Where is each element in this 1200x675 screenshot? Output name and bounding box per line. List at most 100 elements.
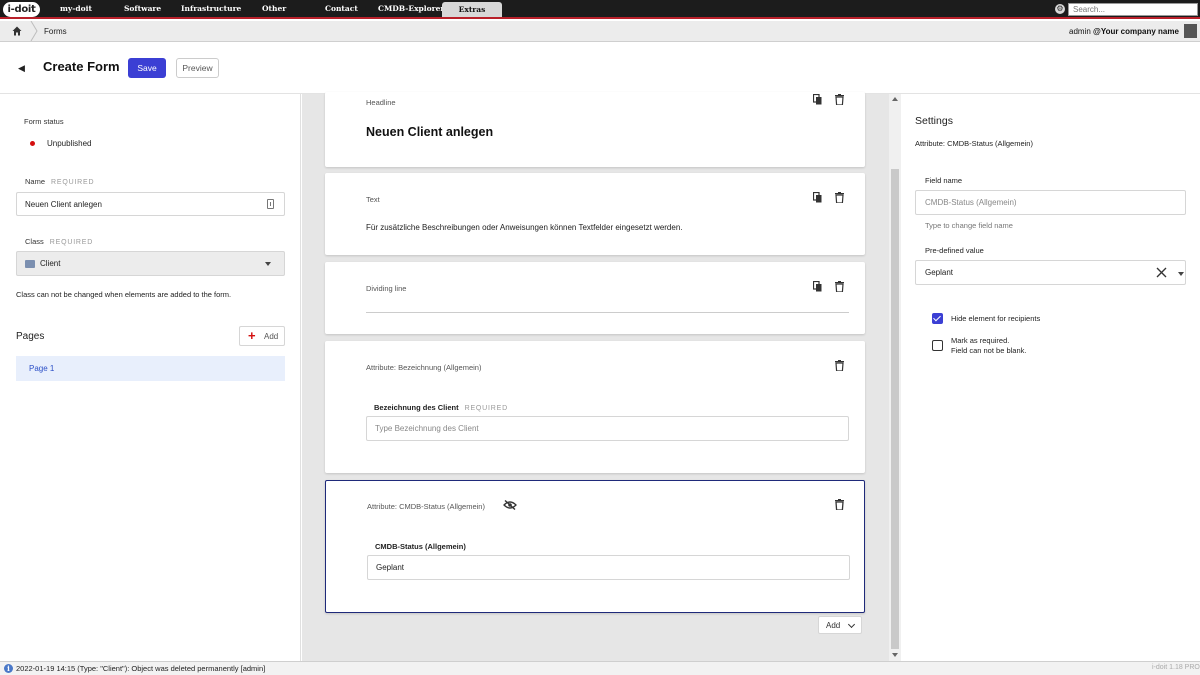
- nav-software[interactable]: Software: [124, 0, 161, 17]
- field-name-label: Field name: [925, 176, 963, 185]
- class-label-text: Class: [25, 237, 44, 246]
- name-required-tag: REQUIRED: [51, 179, 95, 186]
- mark-required-hint: Field can not be blank.: [951, 346, 1027, 355]
- attribute-bezeichnung-label: Attribute: Bezeichnung (Allgemein): [366, 363, 482, 372]
- class-select-value: Client: [40, 259, 61, 268]
- back-icon[interactable]: ◀: [18, 63, 25, 74]
- breadcrumb-forms[interactable]: Forms: [44, 27, 67, 36]
- status-bar: i 2022-01-19 14:15 (Type: "Client"): Obj…: [0, 661, 1200, 675]
- mark-required-label: Mark as required.: [951, 336, 1010, 345]
- dividing-line-card[interactable]: Dividing line: [325, 262, 865, 334]
- chevron-down-icon: [265, 262, 271, 266]
- predefined-value-select[interactable]: Geplant: [915, 260, 1186, 285]
- dividing-line: [366, 312, 849, 313]
- user-info[interactable]: admin @Your company name: [1069, 27, 1179, 36]
- attribute-cmdb-status-label: Attribute: CMDB-Status (Allgemein): [367, 502, 485, 511]
- settings-title: Settings: [915, 115, 953, 127]
- field-name-input[interactable]: CMDB-Status (Allgemein): [915, 190, 1186, 215]
- name-input-value: Neuen Client anlegen: [25, 199, 102, 209]
- scroll-down-icon[interactable]: [892, 653, 898, 657]
- field-name-hint: Type to change field name: [925, 221, 1013, 230]
- eye-off-icon[interactable]: [503, 500, 517, 510]
- headline-card[interactable]: Headline Neuen Client anlegen: [325, 92, 865, 167]
- text-body: Für zusätzliche Beschreibungen oder Anwe…: [366, 223, 683, 232]
- company-name: @Your company name: [1093, 27, 1179, 36]
- nav-extras[interactable]: Extras: [442, 2, 502, 17]
- form-properties-panel: Form status Unpublished Name REQUIRED Neu…: [0, 94, 301, 661]
- scroll-up-icon[interactable]: [892, 97, 898, 101]
- form-status-label: Form status: [24, 117, 64, 126]
- trash-icon[interactable]: [835, 360, 844, 371]
- class-label: Class REQUIRED: [25, 237, 93, 246]
- name-label-text: Name: [25, 177, 46, 186]
- info-icon: i: [4, 664, 13, 673]
- bezeichnung-input[interactable]: Type Bezeichnung des Client: [366, 416, 849, 441]
- attribute-bezeichnung-card[interactable]: Attribute: Bezeichnung (Allgemein) Bezei…: [325, 341, 865, 473]
- hide-element-checkbox[interactable]: [932, 313, 943, 324]
- search-input[interactable]: [1068, 3, 1198, 16]
- predefined-value: Geplant: [925, 268, 954, 277]
- cmdb-status-input[interactable]: Geplant: [367, 555, 850, 580]
- close-icon[interactable]: [1156, 267, 1167, 278]
- scrollbar-thumb[interactable]: [891, 169, 899, 649]
- predefined-value-label: Pre-defined value: [925, 246, 984, 255]
- copy-icon[interactable]: [813, 94, 822, 105]
- copy-icon[interactable]: [813, 192, 822, 203]
- bezeichnung-placeholder: Type Bezeichnung des Client: [375, 424, 479, 433]
- form-canvas: Headline Neuen Client anlegen Text Für z…: [302, 92, 889, 661]
- bezeichnung-required-tag: REQUIRED: [464, 405, 508, 412]
- chevron-down-icon[interactable]: [1178, 272, 1184, 276]
- text-card[interactable]: Text Für zusätzliche Beschreibungen oder…: [325, 173, 865, 255]
- bezeichnung-field-label-text: Bezeichnung des Client: [374, 403, 459, 412]
- settings-subtitle: Attribute: CMDB-Status (Allgemein): [915, 139, 1033, 148]
- trash-icon[interactable]: [835, 94, 844, 105]
- avatar[interactable]: [1184, 24, 1197, 38]
- nav-contact[interactable]: Contact: [325, 0, 358, 17]
- nav-cmdb-explorer[interactable]: CMDB-Explorer: [378, 0, 444, 17]
- top-navigation: i-doit my-doit Software Infrastructure O…: [0, 0, 1200, 19]
- user-name: admin: [1069, 27, 1091, 36]
- status-message: 2022-01-19 14:15 (Type: "Client"): Objec…: [16, 664, 266, 673]
- add-element-button[interactable]: Add: [818, 616, 862, 634]
- gear-icon[interactable]: ⚙: [1055, 4, 1065, 14]
- nav-my-doit[interactable]: my-doit: [60, 0, 92, 17]
- save-button[interactable]: Save: [128, 58, 166, 78]
- headline-text: Neuen Client anlegen: [366, 125, 494, 139]
- form-status-value: Unpublished: [47, 139, 92, 148]
- canvas-scrollbar[interactable]: [889, 94, 901, 661]
- nav-infrastructure[interactable]: Infrastructure: [181, 0, 241, 17]
- trash-icon[interactable]: [835, 499, 844, 510]
- field-name-placeholder: CMDB-Status (Allgemein): [925, 198, 1017, 207]
- page-title: Create Form: [43, 59, 120, 74]
- class-select[interactable]: Client: [16, 251, 285, 276]
- mark-required-checkbox[interactable]: [932, 340, 943, 351]
- status-dot-icon: [30, 141, 35, 146]
- trash-icon[interactable]: [835, 281, 844, 292]
- nav-other[interactable]: Other: [262, 0, 286, 17]
- page-item-label: Page 1: [29, 364, 55, 373]
- trash-icon[interactable]: [835, 192, 844, 203]
- clipboard-icon[interactable]: [267, 199, 274, 209]
- text-card-label: Text: [366, 195, 380, 204]
- cmdb-status-value: Geplant: [376, 563, 405, 572]
- breadcrumb-separator-icon: [30, 21, 38, 41]
- class-hint: Class can not be changed when elements a…: [16, 290, 232, 299]
- breadcrumb: Forms admin @Your company name: [0, 21, 1200, 42]
- pages-title: Pages: [16, 331, 45, 342]
- bezeichnung-field-label: Bezeichnung des Client REQUIRED: [374, 403, 508, 412]
- copy-icon[interactable]: [813, 281, 822, 292]
- cmdb-status-field-label: CMDB-Status (Allgemein): [375, 542, 466, 551]
- name-label: Name REQUIRED: [25, 177, 94, 186]
- page-item[interactable]: Page 1: [16, 356, 285, 381]
- version-label: i-doit 1.18 PRO: [1152, 664, 1200, 671]
- app-logo[interactable]: i-doit: [3, 2, 40, 17]
- chevron-down-icon: [847, 620, 856, 629]
- home-icon[interactable]: [12, 26, 22, 36]
- plus-icon: +: [248, 328, 256, 343]
- attribute-cmdb-status-card[interactable]: Attribute: CMDB-Status (Allgemein) CMDB-…: [325, 480, 865, 613]
- add-page-button[interactable]: + Add: [239, 326, 285, 346]
- preview-button[interactable]: Preview: [176, 58, 219, 78]
- class-required-tag: REQUIRED: [49, 239, 94, 246]
- settings-panel: Settings Attribute: CMDB-Status (Allgeme…: [901, 94, 1200, 661]
- name-input[interactable]: Neuen Client anlegen: [16, 192, 285, 216]
